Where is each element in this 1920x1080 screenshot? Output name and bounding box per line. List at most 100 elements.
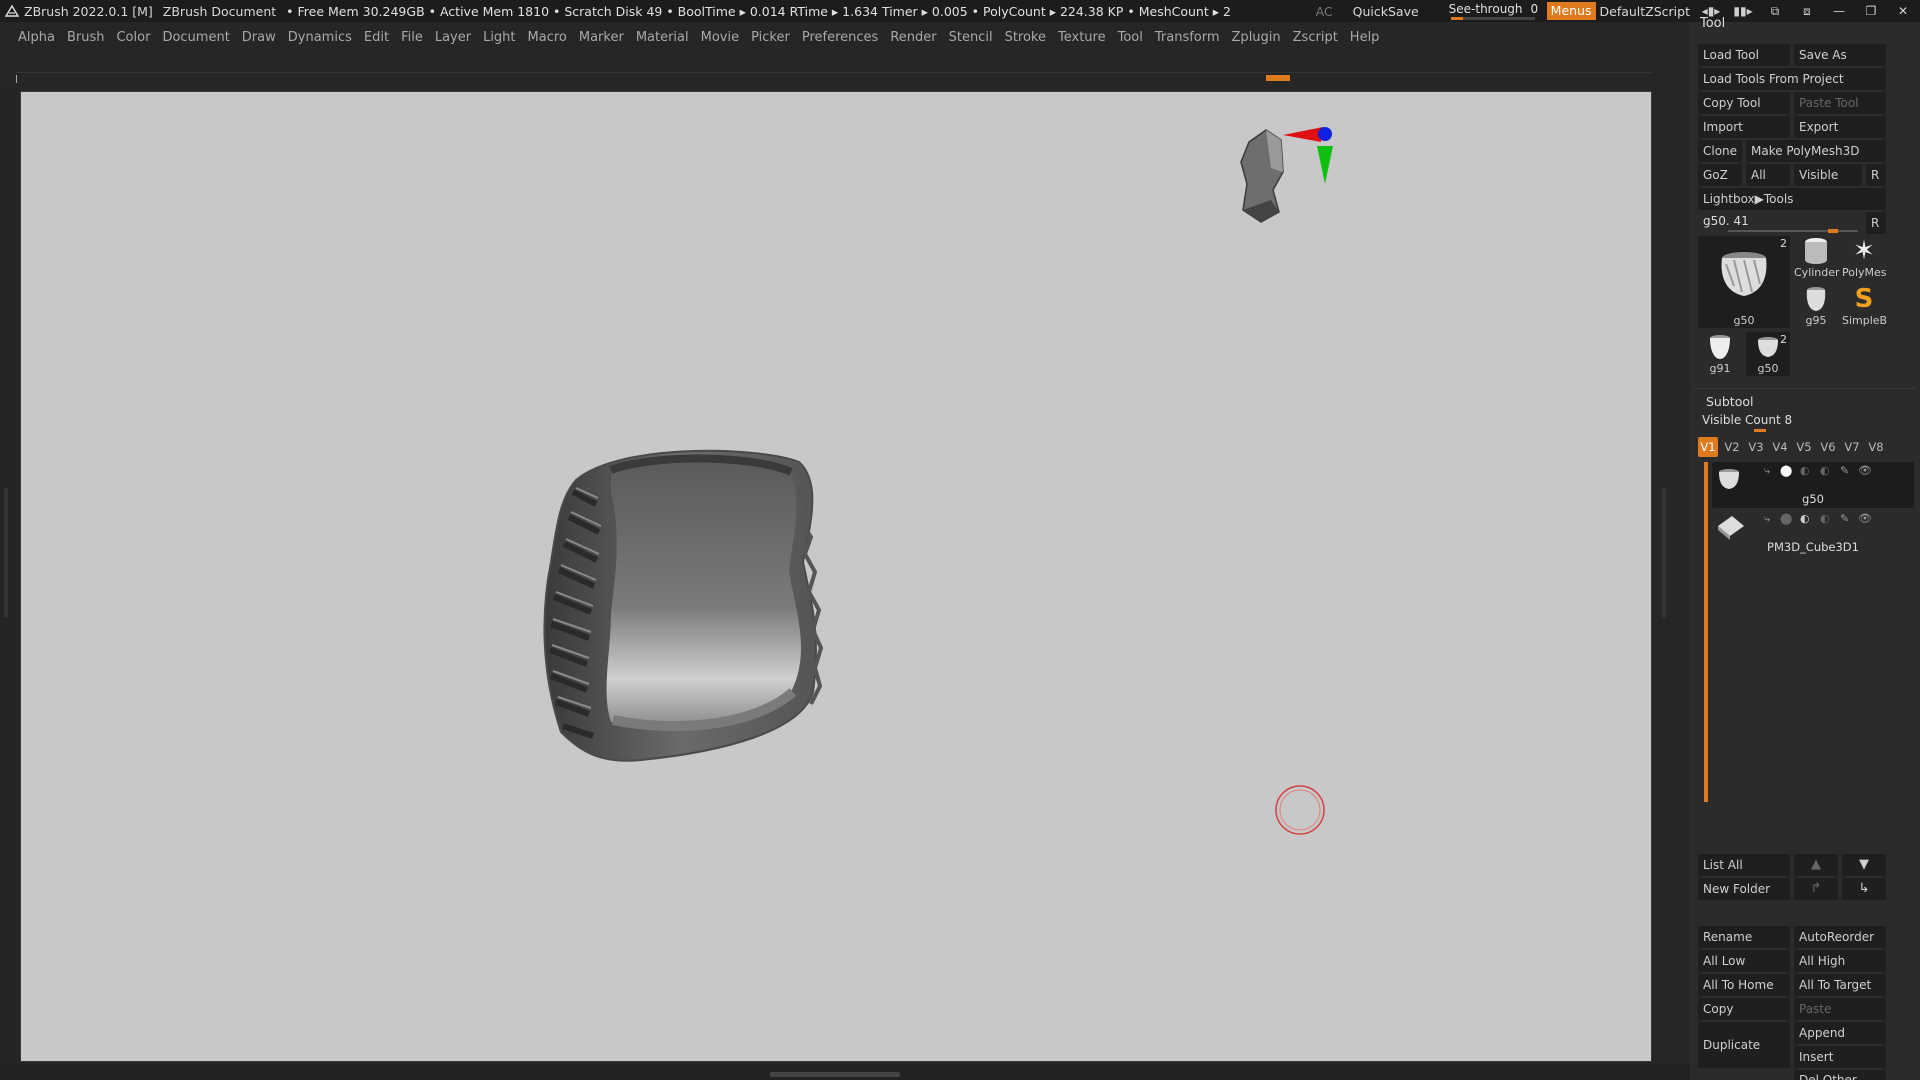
menu-brush[interactable]: Brush <box>67 30 105 45</box>
shelf-marker[interactable] <box>1266 75 1290 81</box>
menu-alpha[interactable]: Alpha <box>18 30 55 45</box>
menu-tool[interactable]: Tool <box>1118 30 1143 45</box>
del-other-button[interactable]: Del Other <box>1794 1070 1886 1080</box>
subtool-mask-icon[interactable]: ◐ <box>1800 512 1810 525</box>
tool-thumb-g95[interactable]: g95 <box>1794 284 1838 328</box>
menu-file[interactable]: File <box>401 30 423 45</box>
all-low-button[interactable]: All Low <box>1698 950 1790 972</box>
menu-layer[interactable]: Layer <box>435 30 471 45</box>
paste-tool-button[interactable]: Paste Tool <box>1794 92 1886 114</box>
save-as-button[interactable]: Save As <box>1794 44 1886 66</box>
clone-button[interactable]: Clone <box>1698 140 1742 162</box>
menu-light[interactable]: Light <box>483 30 515 45</box>
duplicate-button[interactable]: Duplicate <box>1698 1022 1790 1068</box>
menu-draw[interactable]: Draw <box>242 30 276 45</box>
menu-macro[interactable]: Macro <box>528 30 567 45</box>
tool-thumb-simpleb[interactable]: S SimpleB <box>1842 284 1887 328</box>
list-all-button[interactable]: List All <box>1698 854 1790 876</box>
visibility-set-v1[interactable]: V1 <box>1698 437 1718 457</box>
menu-preferences[interactable]: Preferences <box>802 30 878 45</box>
bottom-tray-handle[interactable] <box>770 1072 900 1077</box>
right-tray-handle[interactable] <box>1662 488 1666 618</box>
navigation-gizmo[interactable] <box>1240 127 1333 223</box>
subtool-polypaint-icon[interactable]: ⬤ <box>1780 512 1792 525</box>
palette-icon[interactable]: ⧉ <box>1764 4 1786 19</box>
import-button[interactable]: Import <box>1698 116 1790 138</box>
gizmo-y-axis[interactable] <box>1317 146 1333 184</box>
subtool-title[interactable]: Subtool <box>1706 394 1753 409</box>
subtool-dynamesh-icon[interactable]: ◐ <box>1820 512 1830 525</box>
gizmo-z-axis[interactable] <box>1318 127 1332 141</box>
subtool-item-g50[interactable]: ⤷ ⬤ ◐ ◐ ✎ 👁 g50 <box>1712 462 1914 508</box>
tool-thumb-g50-small[interactable]: 2 g50 <box>1746 332 1790 376</box>
subtool-folder-icon[interactable]: ⤷ <box>1764 512 1770 526</box>
quicksave-button[interactable]: QuickSave <box>1353 4 1419 19</box>
menu-picker[interactable]: Picker <box>751 30 790 45</box>
autoreorder-button[interactable]: AutoReorder <box>1794 926 1886 948</box>
vase-mesh[interactable] <box>543 449 824 762</box>
move-in-icon[interactable]: ↳ <box>1842 878 1886 900</box>
menu-help[interactable]: Help <box>1350 30 1380 45</box>
visibility-set-v5[interactable]: V5 <box>1794 437 1814 457</box>
visibility-set-v2[interactable]: V2 <box>1722 437 1742 457</box>
close-icon[interactable]: ✕ <box>1892 4 1914 18</box>
visible-count-knob[interactable] <box>1754 429 1766 432</box>
ac-toggle[interactable]: AC <box>1316 4 1333 19</box>
export-button[interactable]: Export <box>1794 116 1886 138</box>
menu-stroke[interactable]: Stroke <box>1005 30 1046 45</box>
insert-button[interactable]: Insert <box>1794 1046 1886 1068</box>
menu-color[interactable]: Color <box>116 30 150 45</box>
all-to-home-button[interactable]: All To Home <box>1698 974 1790 996</box>
menu-document[interactable]: Document <box>162 30 229 45</box>
goz-r-button[interactable]: R <box>1866 164 1886 186</box>
move-up-icon[interactable]: ▲ <box>1794 854 1838 876</box>
tool-slider[interactable]: g50. 41 <box>1698 212 1866 234</box>
menus-toggle[interactable]: Menus <box>1546 2 1596 20</box>
subtool-eye-icon[interactable]: 👁 <box>1858 512 1872 525</box>
append-button[interactable]: Append <box>1794 1022 1886 1044</box>
subtool-dynamesh-icon[interactable]: ◐ <box>1820 464 1830 477</box>
menu-marker[interactable]: Marker <box>579 30 624 45</box>
menu-dynamics[interactable]: Dynamics <box>288 30 352 45</box>
subtool-scrollbar[interactable] <box>1704 462 1708 802</box>
menu-texture[interactable]: Texture <box>1058 30 1106 45</box>
tool-slider-r-button[interactable]: R <box>1866 212 1886 234</box>
lightbox-tools-button[interactable]: Lightbox▶Tools <box>1698 188 1886 210</box>
visibility-set-v8[interactable]: V8 <box>1866 437 1886 457</box>
left-tray-handle[interactable] <box>4 488 8 618</box>
rename-button[interactable]: Rename <box>1698 926 1790 948</box>
visibility-set-v4[interactable]: V4 <box>1770 437 1790 457</box>
menu-stencil[interactable]: Stencil <box>949 30 993 45</box>
move-down-icon[interactable]: ▼ <box>1842 854 1886 876</box>
minimize-icon[interactable]: — <box>1828 4 1850 18</box>
visibility-set-v7[interactable]: V7 <box>1842 437 1862 457</box>
load-tools-from-project-button[interactable]: Load Tools From Project <box>1698 68 1886 90</box>
menu-zplugin[interactable]: Zplugin <box>1232 30 1281 45</box>
paste-button[interactable]: Paste <box>1794 998 1886 1020</box>
tool-thumb-polymesh[interactable]: ✶ PolyMes <box>1842 236 1887 280</box>
subtool-brush-icon[interactable]: ✎ <box>1840 464 1849 477</box>
visibility-set-v6[interactable]: V6 <box>1818 437 1838 457</box>
goz-button[interactable]: GoZ <box>1698 164 1742 186</box>
copy-button[interactable]: Copy <box>1698 998 1790 1020</box>
menu-movie[interactable]: Movie <box>701 30 739 45</box>
ui-layout-icon[interactable]: ▮▮▸ <box>1732 4 1754 18</box>
subtool-folder-icon[interactable]: ⤷ <box>1764 464 1770 478</box>
subtool-brush-icon[interactable]: ✎ <box>1840 512 1849 525</box>
menu-material[interactable]: Material <box>636 30 689 45</box>
document-canvas[interactable] <box>20 91 1652 1062</box>
tool-thumb-cylinder[interactable]: Cylinder <box>1794 236 1840 280</box>
new-folder-button[interactable]: New Folder <box>1698 878 1790 900</box>
visible-count-label[interactable]: Visible Count 8 <box>1702 413 1792 427</box>
make-polymesh3d-button[interactable]: Make PolyMesh3D <box>1746 140 1886 162</box>
visibility-set-v3[interactable]: V3 <box>1746 437 1766 457</box>
all-high-button[interactable]: All High <box>1794 950 1886 972</box>
goz-visible-button[interactable]: Visible <box>1794 164 1862 186</box>
subtool-eye-icon[interactable]: 👁 <box>1858 464 1872 477</box>
menu-render[interactable]: Render <box>890 30 936 45</box>
subtool-mask-icon[interactable]: ◐ <box>1800 464 1810 477</box>
copy-tool-button[interactable]: Copy Tool <box>1698 92 1790 114</box>
tool-thumb-g50[interactable]: 2 g50 <box>1698 236 1790 328</box>
subtool-polypaint-icon[interactable]: ⬤ <box>1780 464 1792 477</box>
subtool-item-pm3d-cube[interactable]: ⤷ ⬤ ◐ ◐ ✎ 👁 PM3D_Cube3D1 <box>1712 510 1914 556</box>
